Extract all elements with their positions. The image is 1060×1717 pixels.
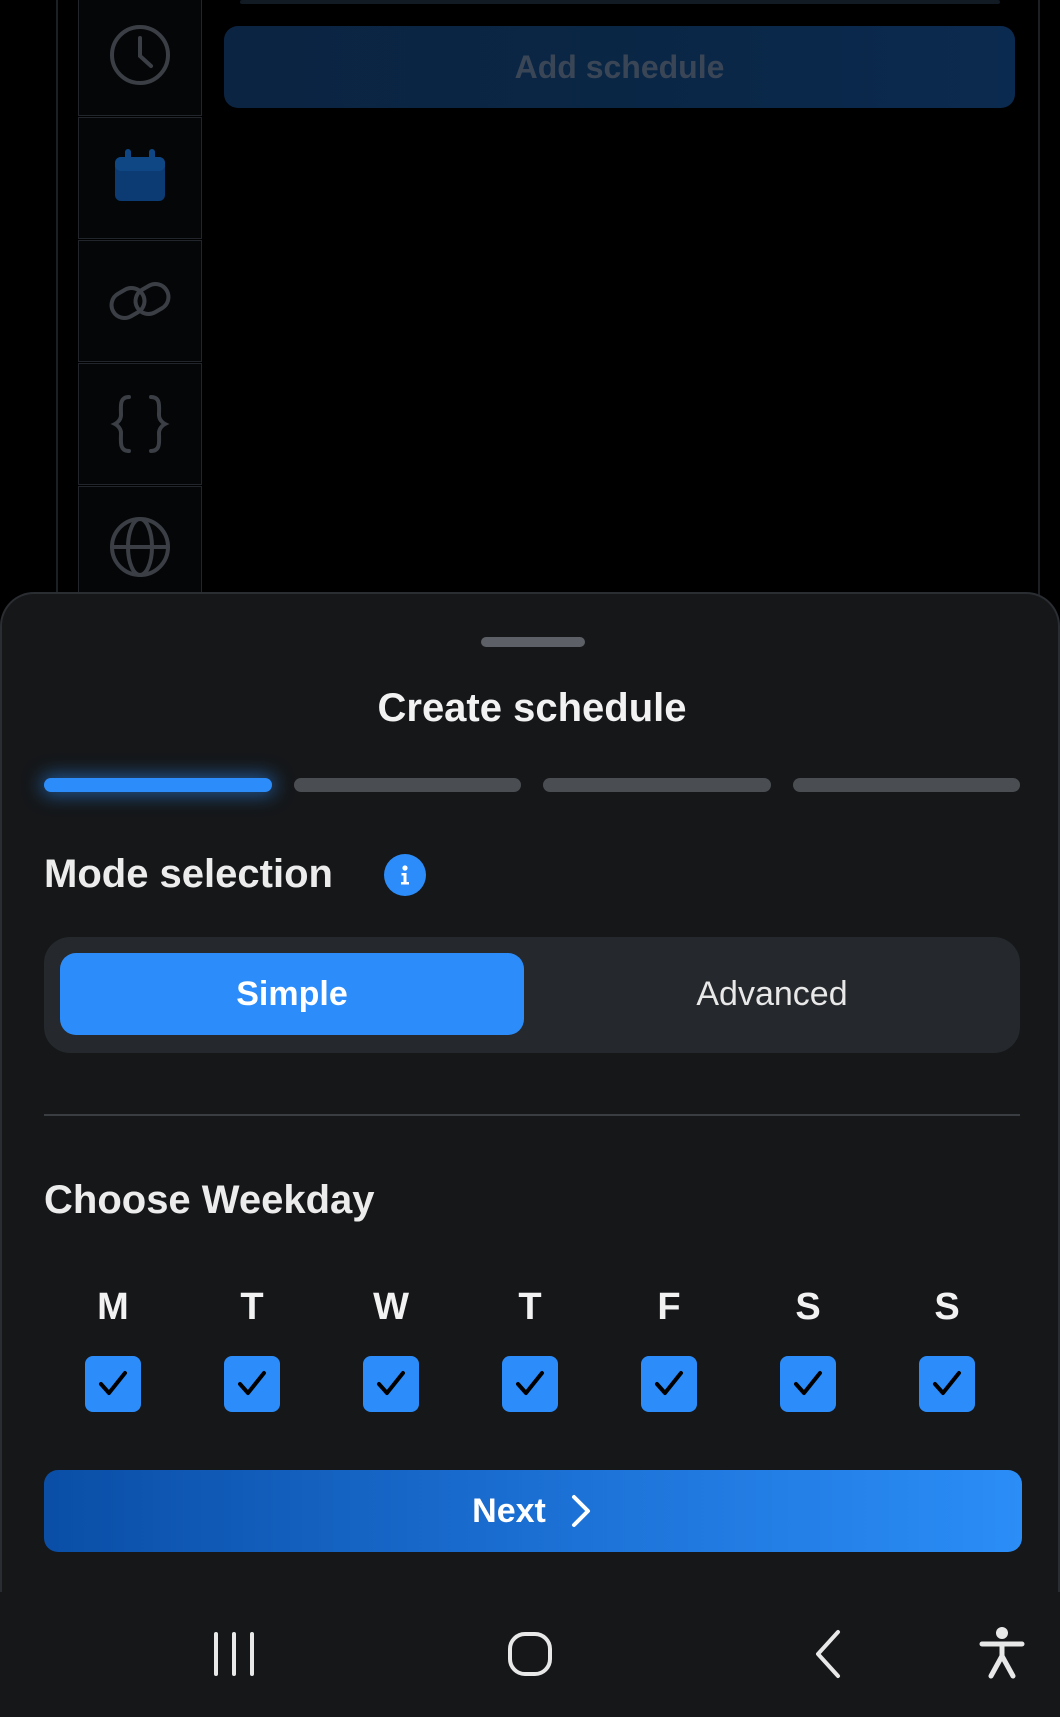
weekday-checkbox[interactable]	[919, 1356, 975, 1412]
sidebar	[78, 0, 202, 608]
chevron-right-icon	[571, 1495, 590, 1527]
create-schedule-sheet: Create schedule Mode selection Simple Ad…	[0, 592, 1060, 1592]
checkmark-icon	[238, 1371, 266, 1395]
braces-icon	[110, 395, 170, 453]
background-field-edge	[240, 0, 1000, 4]
weekday-letter: T	[240, 1286, 264, 1328]
background-app: Add schedule	[0, 0, 1060, 608]
checkmark-icon	[933, 1371, 961, 1395]
weekday-letter: W	[373, 1286, 409, 1328]
mode-segmented-control: Simple Advanced	[44, 937, 1020, 1053]
sidebar-item-schedule[interactable]	[78, 117, 202, 239]
accessibility-icon	[979, 1627, 1025, 1679]
recent-apps-icon	[214, 1632, 254, 1676]
step-indicator-4	[792, 778, 1020, 792]
weekday-letter: M	[97, 1286, 129, 1328]
checkmark-icon	[655, 1371, 683, 1395]
back-icon	[816, 1630, 840, 1678]
back-button[interactable]	[800, 1626, 856, 1682]
weekday-checkbox[interactable]	[85, 1356, 141, 1412]
mode-advanced-button[interactable]: Advanced	[540, 953, 1004, 1035]
checkmark-icon	[516, 1371, 544, 1395]
checkmark-icon	[99, 1371, 127, 1395]
divider	[44, 1114, 1020, 1116]
weekday-monday: M	[45, 1284, 181, 1412]
weekday-letter: S	[934, 1286, 960, 1328]
mode-simple-button[interactable]: Simple	[60, 953, 524, 1035]
checkmark-icon	[377, 1371, 405, 1395]
clock-icon	[110, 25, 170, 85]
step-indicator-2	[293, 778, 521, 792]
weekday-saturday: S	[740, 1284, 876, 1412]
sheet-title: Create schedule	[377, 686, 687, 730]
weekday-checkbox[interactable]	[224, 1356, 280, 1412]
sidebar-item-web[interactable]	[78, 486, 202, 608]
sidebar-item-code[interactable]	[78, 363, 202, 485]
weekday-thursday: T	[462, 1284, 598, 1412]
link-icon	[109, 282, 171, 320]
weekday-checkbox[interactable]	[502, 1356, 558, 1412]
next-button[interactable]: Next	[44, 1470, 1022, 1552]
sidebar-item-links[interactable]	[78, 240, 202, 362]
weekday-friday: F	[601, 1284, 737, 1412]
recent-apps-button[interactable]	[204, 1626, 264, 1682]
weekday-checkbox[interactable]	[641, 1356, 697, 1412]
calendar-icon	[115, 149, 165, 201]
weekday-letter: F	[657, 1286, 681, 1328]
weekday-checkbox[interactable]	[780, 1356, 836, 1412]
info-icon[interactable]	[384, 854, 426, 896]
step-progress	[44, 778, 1020, 792]
home-button[interactable]	[502, 1626, 558, 1682]
home-icon	[508, 1632, 552, 1676]
accessibility-button[interactable]	[976, 1626, 1028, 1682]
weekday-letter: S	[795, 1286, 821, 1328]
sidebar-item-history[interactable]	[78, 0, 202, 116]
checkmark-icon	[794, 1371, 822, 1395]
sheet-drag-handle[interactable]	[481, 637, 585, 647]
weekday-checkbox[interactable]	[363, 1356, 419, 1412]
weekday-tuesday: T	[184, 1284, 320, 1412]
globe-icon	[110, 517, 170, 577]
step-indicator-1	[44, 778, 272, 792]
choose-weekday-label: Choose Weekday	[44, 1178, 375, 1222]
next-button-label: Next	[472, 1491, 546, 1530]
add-schedule-button[interactable]: Add schedule	[224, 26, 1015, 108]
weekday-sunday: S	[879, 1284, 1015, 1412]
mode-selection-label: Mode selection	[44, 852, 333, 896]
step-indicator-3	[543, 778, 771, 792]
system-nav-bar	[0, 1592, 1060, 1717]
weekday-wednesday: W	[323, 1284, 459, 1412]
weekday-letter: T	[518, 1286, 542, 1328]
